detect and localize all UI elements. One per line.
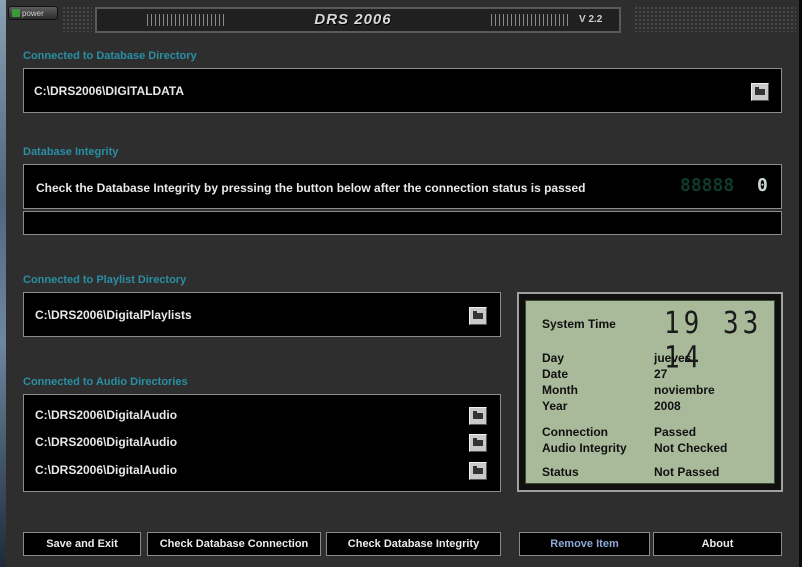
- folder-icon: [755, 87, 765, 95]
- texture-left: [62, 6, 92, 32]
- folder-icon: [473, 466, 483, 474]
- month-value: noviembre: [654, 383, 715, 397]
- connection-value: Passed: [654, 425, 697, 439]
- system-time-label: System Time: [542, 317, 616, 331]
- status-value: Not Passed: [654, 465, 720, 479]
- app-version: V 2.2: [579, 14, 603, 25]
- power-icon: [12, 9, 20, 17]
- about-button[interactable]: About: [653, 532, 782, 556]
- day-value: jueves: [654, 351, 692, 365]
- playlist-directory-panel: C:\DRS2006\DigitalPlaylists: [23, 292, 501, 337]
- folder-icon: [473, 438, 483, 446]
- app-title: DRS 2006: [314, 11, 392, 28]
- playlist-directory-label: Connected to Playlist Directory: [23, 274, 187, 286]
- date-value: 27: [654, 367, 668, 381]
- playlist-directory-path: C:\DRS2006\DigitalPlaylists: [35, 308, 192, 322]
- database-directory-path: C:\DRS2006\DIGITALDATA: [34, 84, 185, 98]
- folder-icon: [473, 311, 483, 319]
- database-integrity-label: Database Integrity: [23, 146, 119, 158]
- audio-directory-path: C:\DRS2006\DigitalAudio: [35, 463, 178, 477]
- status-label: Status: [542, 465, 579, 479]
- year-value: 2008: [654, 399, 681, 413]
- day-label: Day: [542, 351, 565, 365]
- title-bar[interactable]: DRS 2006 V 2.2: [95, 7, 621, 33]
- power-label: power: [22, 8, 44, 18]
- audio-directory-path: C:\DRS2006\DigitalAudio: [35, 408, 178, 422]
- database-integrity-message: Check the Database Integrity by pressing…: [36, 181, 586, 195]
- audio-directory-path: C:\DRS2006\DigitalAudio: [35, 435, 178, 449]
- audio-integrity-value: Not Checked: [654, 441, 728, 455]
- remove-item-button[interactable]: Remove Item: [519, 532, 650, 556]
- folder-icon: [473, 411, 483, 419]
- audio-integrity-label: Audio Integrity: [542, 441, 627, 455]
- check-database-integrity-button[interactable]: Check Database Integrity: [326, 532, 501, 556]
- integrity-counter-value: 0: [757, 175, 768, 196]
- database-integrity-panel: Check the Database Integrity by pressing…: [23, 164, 782, 209]
- database-directory-panel: C:\DRS2006\DIGITALDATA: [23, 68, 782, 113]
- title-grille-right: [491, 14, 571, 26]
- connection-label: Connection: [542, 425, 608, 439]
- integrity-progress-bar: [23, 211, 782, 235]
- desktop-background-edge: [0, 0, 6, 567]
- database-directory-label: Connected to Database Directory: [23, 50, 197, 62]
- save-and-exit-button[interactable]: Save and Exit: [23, 532, 141, 556]
- browse-audio-button-3[interactable]: [469, 462, 487, 480]
- browse-audio-button-2[interactable]: [469, 434, 487, 452]
- status-lcd: System Time 19 33 14 Day jueves Date 27 …: [525, 300, 775, 484]
- system-clock: 19 33 14: [664, 306, 763, 376]
- check-database-connection-button[interactable]: Check Database Connection: [147, 532, 321, 556]
- browse-playlist-button[interactable]: [469, 307, 487, 325]
- status-lcd-frame: System Time 19 33 14 Day jueves Date 27 …: [517, 292, 783, 492]
- audio-directories-panel: C:\DRS2006\DigitalAudio C:\DRS2006\Digit…: [23, 394, 501, 492]
- date-label: Date: [542, 367, 569, 381]
- integrity-counter-dim: 88888: [680, 175, 735, 196]
- month-label: Month: [542, 383, 578, 397]
- year-label: Year: [542, 399, 568, 413]
- browse-audio-button-1[interactable]: [469, 407, 487, 425]
- power-button[interactable]: power: [8, 6, 58, 20]
- title-grille-left: [147, 14, 225, 26]
- texture-right: [634, 6, 796, 32]
- audio-directories-label: Connected to Audio Directories: [23, 376, 188, 388]
- browse-database-button[interactable]: [751, 83, 769, 101]
